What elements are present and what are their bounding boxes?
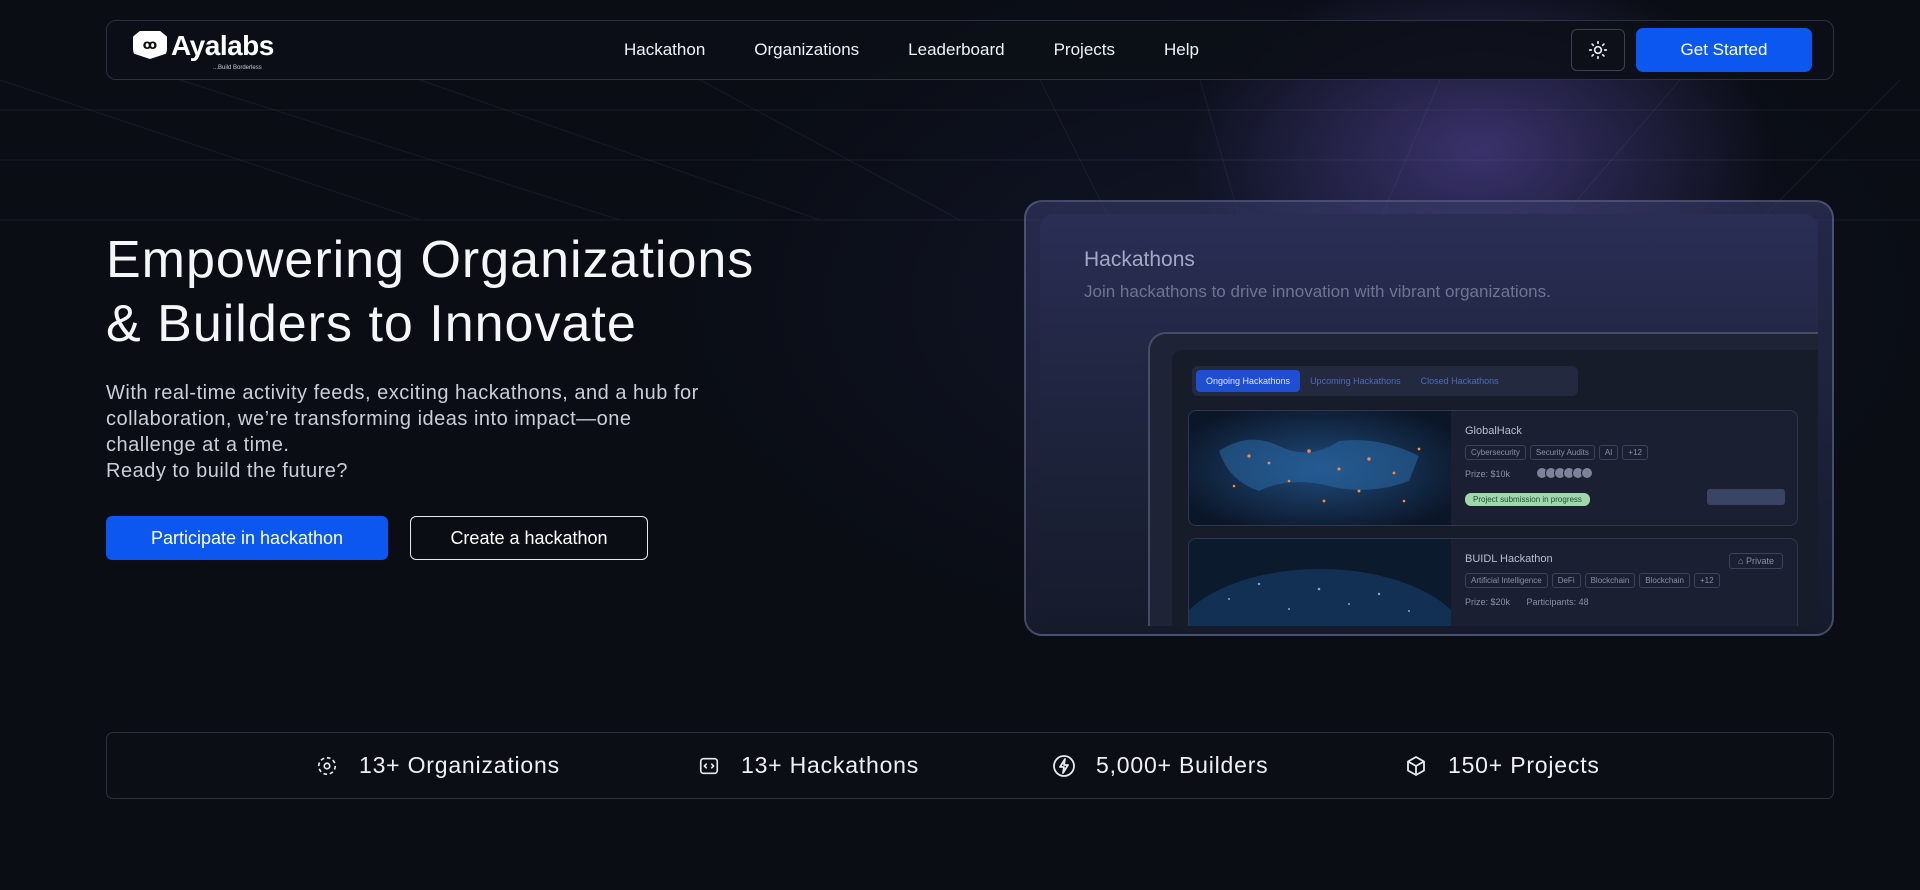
hackathon-tags: Artificial Intelligence DeFi Blockchain … [1465, 573, 1724, 588]
stat-projects: 150+ Projects [1404, 733, 1600, 798]
hero-title-line-2: & Builders to Innovate [106, 295, 637, 353]
tab-closed[interactable]: Closed Hackathons [1411, 370, 1509, 392]
hero-title-line-1: Empowering Organizations [106, 231, 755, 289]
hackathon-tags: Cybersecurity Security Audits AI +12 [1465, 445, 1652, 460]
tag: Blockchain [1639, 573, 1690, 588]
tag: DeFi [1551, 573, 1581, 588]
preview-subtitle: Join hackathons to drive innovation with… [1084, 282, 1551, 301]
preview-tablet: Ongoing Hackathons Upcoming Hackathons C… [1148, 332, 1818, 626]
hero-desc-line-2: collaboration, we’re transforming ideas … [106, 408, 632, 430]
nav-link-hackathon[interactable]: Hackathon [624, 40, 705, 60]
hackathon-name: GlobalHack [1465, 425, 1522, 437]
lock-icon: ⌂ [1738, 556, 1746, 566]
tag: Artificial Intelligence [1465, 573, 1548, 588]
cube-icon [1404, 754, 1428, 778]
code-window-icon [697, 754, 721, 778]
hackathon-card[interactable]: GlobalHack Cybersecurity Security Audits… [1188, 410, 1798, 526]
stat-label: 150+ Projects [1448, 752, 1600, 778]
app-preview-card: Hackathons Join hackathons to drive inno… [1024, 200, 1834, 636]
hackathon-prize: Prize: $10k [1465, 469, 1511, 479]
stat-organizations: 13+ Organizations [315, 733, 560, 798]
stat-label: 5,000+ Builders [1096, 752, 1269, 778]
hero-desc-line-3: challenge at a time. [106, 434, 290, 456]
tag: AI [1598, 445, 1619, 460]
participants-label: Participants: 48 [1526, 597, 1589, 607]
stat-label: 13+ Organizations [359, 752, 560, 778]
tag: +12 [1693, 573, 1720, 588]
nav-link-leaderboard[interactable]: Leaderboard [908, 40, 1004, 60]
nav-link-projects[interactable]: Projects [1054, 40, 1115, 60]
world-map-image [1189, 411, 1451, 525]
stat-builders: 5,000+ Builders [1052, 733, 1268, 798]
preview-title: Hackathons [1084, 248, 1195, 271]
preview-window: Hackathons Join hackathons to drive inno… [1040, 214, 1818, 626]
preview-tabs: Ongoing Hackathons Upcoming Hackathons C… [1192, 366, 1578, 396]
tag: Blockchain [1584, 573, 1636, 588]
hackathon-prize: Prize: $20k Participants: 48 [1465, 597, 1589, 607]
nav-links: Hackathon Organizations Leaderboard Proj… [624, 21, 1248, 79]
brand-name: Ayalabs [171, 30, 274, 61]
hero-description: With real-time activity feeds, exciting … [106, 380, 846, 484]
status-badge: Project submission in progress [1465, 493, 1590, 506]
hero-desc-line-4: Ready to build the future? [106, 460, 349, 482]
organizations-icon [315, 754, 339, 778]
globe-image [1189, 539, 1451, 626]
hero-title: Empowering Organizations & Builders to I… [106, 228, 906, 356]
stats-bar: 13+ Organizations 13+ Hackathons 5,000+ … [106, 732, 1834, 799]
stat-label: 13+ Hackathons [741, 752, 920, 778]
tag: Cybersecurity [1465, 445, 1526, 460]
create-hackathon-button[interactable]: Create a hackathon [410, 516, 648, 560]
private-badge: ⌂ Private [1729, 553, 1783, 569]
tab-ongoing[interactable]: Ongoing Hackathons [1196, 370, 1301, 392]
tag: +12 [1622, 445, 1648, 460]
get-started-button[interactable]: Get Started [1636, 28, 1812, 72]
participate-button[interactable]: Participate in hackathon [106, 516, 388, 560]
participant-avatars [1536, 467, 1593, 479]
logo-mark-icon: ꝏ [133, 31, 167, 59]
theme-toggle-button[interactable] [1571, 29, 1625, 71]
prize-label: Prize: $20k [1465, 597, 1511, 607]
brand-tagline: ...Build Borderless [213, 65, 262, 71]
visibility-label: Private [1745, 556, 1774, 566]
avatar [1581, 467, 1593, 479]
tag: Security Audits [1529, 445, 1595, 460]
hackathon-name: BUIDL Hackathon [1465, 553, 1553, 565]
lightning-icon [1052, 754, 1076, 778]
join-button[interactable] [1707, 489, 1785, 505]
stat-hackathons: 13+ Hackathons [697, 733, 919, 798]
sun-icon [1588, 40, 1608, 60]
preview-screen: Ongoing Hackathons Upcoming Hackathons C… [1172, 350, 1818, 626]
hero-desc-line-1: With real-time activity feeds, exciting … [106, 382, 699, 404]
hackathon-card[interactable]: BUIDL Hackathon ⌂ Private Artificial Int… [1188, 538, 1798, 626]
top-navbar: ꝏ Ayalabs ...Build Borderless Hackathon … [106, 20, 1834, 80]
nav-link-help[interactable]: Help [1164, 40, 1199, 60]
nav-link-organizations[interactable]: Organizations [754, 40, 859, 60]
brand-logo[interactable]: ꝏ Ayalabs ...Build Borderless [133, 30, 274, 71]
tab-upcoming[interactable]: Upcoming Hackathons [1300, 370, 1411, 392]
